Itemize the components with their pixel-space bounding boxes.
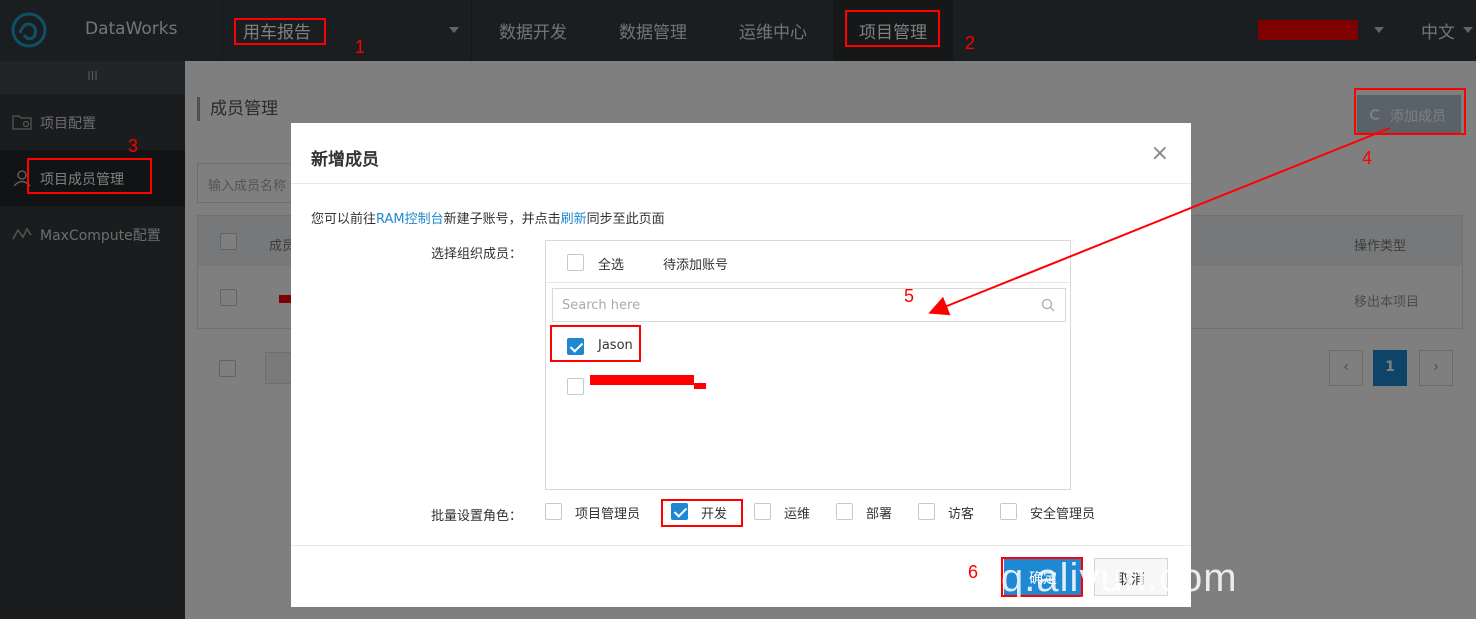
annotation-arrow — [928, 127, 1391, 316]
watermark: yq.aliyun.com — [980, 556, 1238, 600]
